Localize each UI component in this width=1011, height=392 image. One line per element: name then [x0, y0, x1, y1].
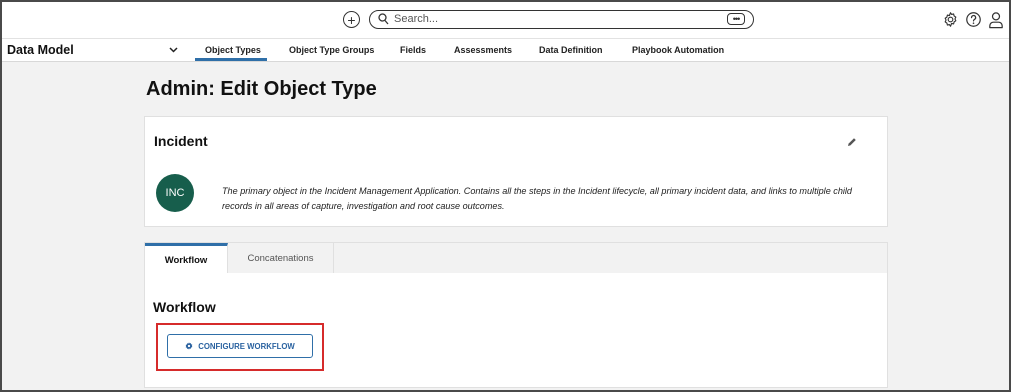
object-type-description: The primary object in the Incident Manag…	[222, 186, 852, 211]
app-window: + ••• Data Model Object Types	[2, 2, 1009, 390]
tab-data-definition[interactable]: Data Definition	[539, 45, 603, 55]
tab-fields[interactable]: Fields	[400, 45, 426, 55]
help-icon[interactable]	[965, 11, 982, 28]
object-type-card: Incident INC The primary object in the I…	[144, 116, 888, 227]
object-type-name: Incident	[154, 133, 208, 149]
workflow-panel: Workflow CONFIGURE WORKFLOW	[144, 273, 888, 388]
tab-assessments[interactable]: Assessments	[454, 45, 512, 55]
search-options-button[interactable]: •••	[727, 13, 745, 25]
gear-icon	[185, 342, 193, 350]
tab-object-type-groups[interactable]: Object Type Groups	[289, 45, 374, 55]
pencil-icon[interactable]	[847, 137, 857, 147]
tab-workflow[interactable]: Workflow	[145, 243, 228, 274]
tab-playbook-automation[interactable]: Playbook Automation	[632, 45, 724, 55]
gear-icon[interactable]	[942, 11, 959, 28]
tab-concatenations[interactable]: Concatenations	[228, 243, 334, 274]
page-title: Admin: Edit Object Type	[146, 78, 377, 100]
tab-bar: Workflow Concatenations	[144, 242, 888, 274]
plus-circle-icon[interactable]: +	[343, 11, 360, 28]
top-bar: + •••	[2, 2, 1009, 39]
configure-workflow-label: CONFIGURE WORKFLOW	[198, 341, 295, 351]
search-input[interactable]	[394, 12, 724, 26]
configure-workflow-button[interactable]: CONFIGURE WORKFLOW	[167, 334, 313, 358]
search-box[interactable]: •••	[369, 10, 754, 29]
highlight-annotation: CONFIGURE WORKFLOW	[156, 323, 324, 371]
chevron-down-icon[interactable]	[169, 47, 178, 53]
search-icon	[378, 13, 389, 25]
app-title: Data Model	[7, 43, 74, 57]
avatar: INC	[156, 174, 194, 212]
active-tab-indicator	[195, 58, 267, 61]
tab-object-types[interactable]: Object Types	[205, 45, 261, 55]
nav-bar: Data Model Object Types Object Type Grou…	[2, 39, 1009, 62]
user-icon[interactable]	[988, 11, 1004, 29]
workflow-title: Workflow	[153, 299, 216, 315]
